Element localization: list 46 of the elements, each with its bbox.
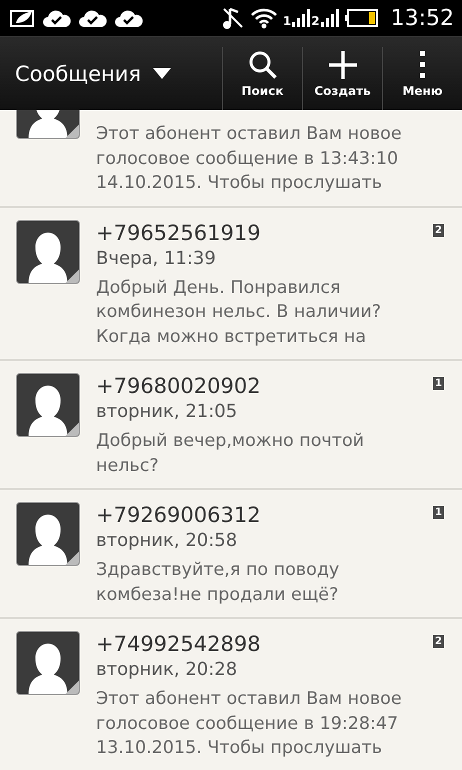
sim-number: 1 (282, 15, 292, 27)
caret-icon (153, 68, 172, 79)
message-count-badge: 2 (433, 224, 444, 236)
avatar-icon (16, 220, 80, 284)
cloud-check-icon (78, 8, 108, 28)
avatar-icon (16, 373, 80, 437)
menu-button[interactable]: Меню (382, 47, 462, 110)
conversation-item[interactable]: +74992542898 вторник, 20:28 Этот абонент оставил Вам новое голосовое сообщение в 19:28:47 13.10.2015. Чтобы прослушать 2 (0, 619, 462, 770)
wifi-icon (250, 7, 277, 29)
avatar-icon (16, 631, 80, 695)
message-preview: Этот абонент оставил Вам новое голосовое сообщение в 19:28:47 13.10.2015. Чтобы прослушать (96, 688, 403, 760)
message-date: вторник, 20:28 (96, 658, 238, 682)
sim-number: 2 (311, 15, 320, 27)
message-count-badge: 1 (433, 506, 444, 519)
message-preview: Этот абонент оставил Вам новое голосовое сообщение в 13:43:10 14.10.2015. Чтобы прослушать (96, 123, 403, 195)
menu-icon (418, 50, 426, 80)
cloud-check-icon (42, 8, 72, 28)
signal-icon (320, 9, 339, 27)
muted-music-icon (220, 5, 245, 31)
signal-icon (292, 9, 310, 27)
sender-number: +79269006312 (96, 502, 262, 528)
sender-number: +79652561919 (96, 220, 262, 246)
conversation-item[interactable]: +79652561919 Вчера, 11:39 Добрый День. Понравился комбинезон нельс. В наличии? Когда можно встретиться на 2 (0, 208, 462, 361)
search-button[interactable]: Поиск (222, 47, 302, 110)
clock-time: 13:52 (390, 6, 454, 30)
folder-dropdown[interactable]: Сообщения (0, 37, 222, 110)
sender-number: +79680020902 (96, 373, 262, 399)
create-button[interactable]: Создать (302, 47, 382, 110)
message-count-badge: 1 (433, 377, 444, 390)
cloud-check-icon (114, 8, 144, 28)
message-date: вторник, 21:05 (96, 400, 238, 424)
search-icon (248, 50, 278, 80)
message-date: Вчера, 11:39 (96, 246, 217, 270)
conversation-item[interactable]: +79680020902 вторник, 21:05 Добрый вечер,можно почтой нельс? 1 (0, 361, 462, 490)
message-preview: Добрый День. Понравился комбинезон нельс. В наличии? Когда можно встретиться на (96, 276, 382, 348)
message-preview: Добрый вечер,можно почтой нельс? (96, 430, 366, 478)
message-preview: Здравствуйте,я по поводу комбеза!не продали ещё? (96, 559, 340, 606)
battery-icon (344, 9, 379, 27)
sender-number: +74992542898 (96, 631, 262, 657)
conversation-item[interactable]: +79269006312 вторник, 20:58 Здравствуйте,я по поводу комбеза!не продали ещё? 1 (0, 490, 462, 619)
avatar-icon (16, 502, 80, 566)
message-date: вторник, 20:58 (96, 529, 238, 553)
message-count-badge: 2 (433, 635, 444, 648)
plus-icon (328, 50, 358, 80)
leaf-card-icon (10, 8, 36, 28)
conversation-item[interactable]: Этот абонент оставил Вам новое голосовое сообщение в 13:43:10 14.10.2015. Чтобы прослушать (0, 110, 462, 208)
